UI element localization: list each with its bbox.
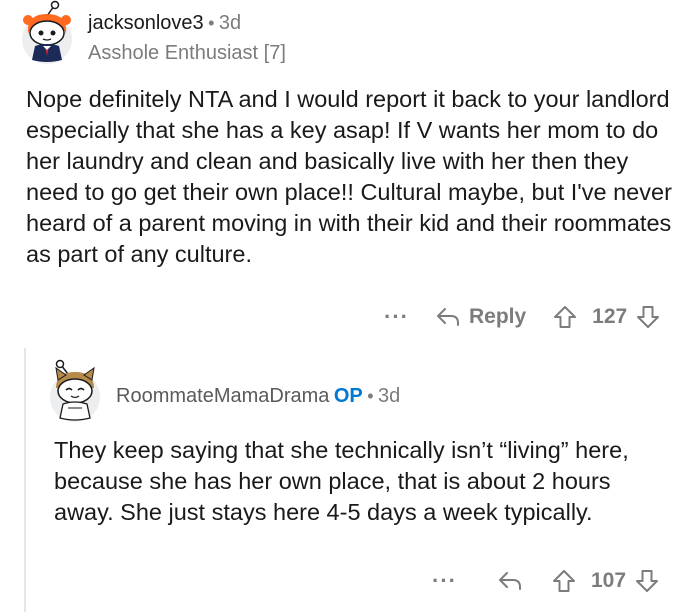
- comment-header: jacksonlove3 • 3d: [88, 12, 241, 35]
- vote-score: 107: [590, 569, 627, 592]
- op-badge: OP: [333, 385, 363, 407]
- snoo-avatar-icon: [23, 0, 71, 62]
- user-flair: Asshole Enthusiast [7]: [88, 42, 286, 64]
- comment-age[interactable]: 3d: [378, 385, 400, 407]
- reply-button[interactable]: [497, 570, 523, 592]
- comment-header: RoommateMamaDrama OP • 3d: [116, 385, 400, 408]
- comment-actions: ··· Reply 127: [384, 300, 661, 334]
- comment-body: Nope definitely NTA and I would report i…: [26, 86, 672, 267]
- snoo-avatar-icon: [55, 359, 95, 421]
- upvote-arrow-icon[interactable]: [551, 568, 577, 594]
- reply-button[interactable]: Reply: [435, 305, 526, 329]
- user-avatar[interactable]: [22, 0, 72, 64]
- comment-actions: ··· 107: [432, 564, 660, 598]
- separator-dot: •: [208, 13, 215, 33]
- more-options-icon[interactable]: ···: [432, 568, 457, 594]
- comment-body: They keep saying that she technically is…: [54, 437, 629, 525]
- reply-arrow-icon: [498, 572, 521, 590]
- thread-line[interactable]: [24, 348, 26, 612]
- comment-author[interactable]: jacksonlove3: [88, 12, 204, 34]
- comment-author[interactable]: RoommateMamaDrama: [116, 385, 329, 407]
- comment-age[interactable]: 3d: [219, 12, 241, 34]
- separator-dot: •: [367, 386, 374, 406]
- reply-arrow-icon: [436, 308, 459, 326]
- vote-score: 127: [592, 305, 628, 328]
- upvote-arrow-icon[interactable]: [552, 304, 578, 330]
- reply-label: Reply: [468, 305, 527, 328]
- downvote-arrow-icon[interactable]: [634, 568, 660, 594]
- downvote-arrow-icon[interactable]: [635, 304, 661, 330]
- user-avatar[interactable]: [50, 359, 100, 422]
- more-options-icon[interactable]: ···: [384, 304, 409, 330]
